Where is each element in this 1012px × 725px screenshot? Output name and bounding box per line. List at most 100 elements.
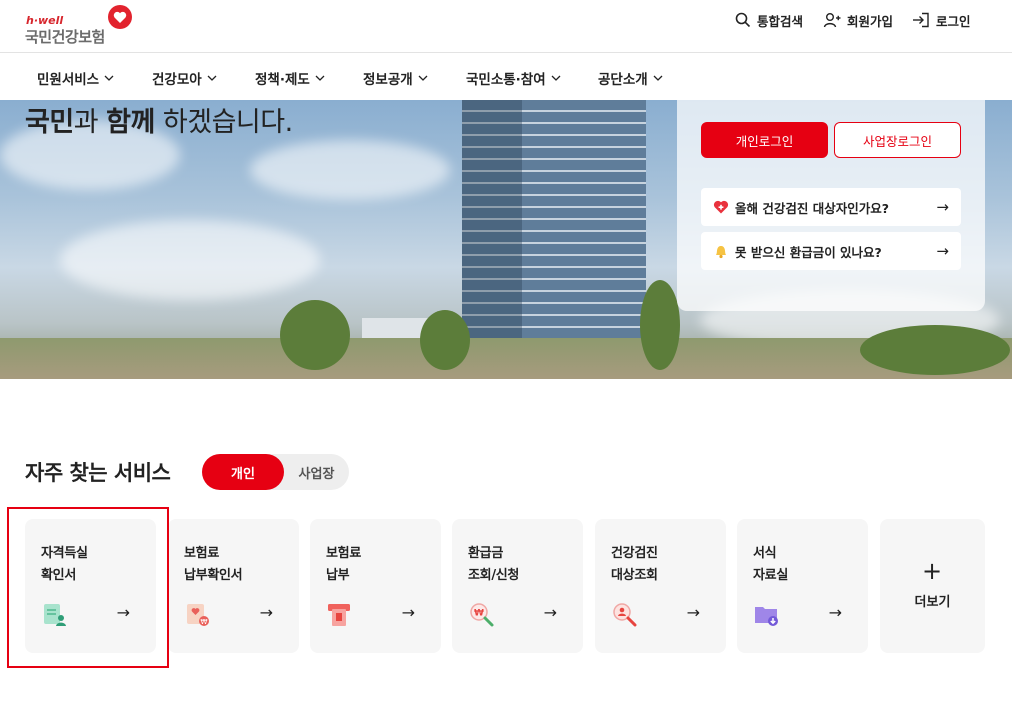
card-title: 건강검진대상조회 (611, 543, 658, 587)
arrow-right-icon: → (401, 603, 415, 622)
integrated-search-link[interactable]: 통합검색 (735, 10, 803, 30)
card-title-line1: 건강검진 (611, 546, 658, 561)
card-title-line1: 보험료 (326, 546, 361, 561)
more-services-button[interactable]: + 더보기 (880, 519, 985, 653)
chevron-down-icon (315, 75, 325, 81)
document-person-icon (44, 604, 66, 626)
health-checkup-target-link[interactable]: 올해 건강검진 대상자인가요? → (701, 188, 961, 226)
unclaimed-refund-link[interactable]: 못 받으신 환급금이 있나요? → (701, 232, 961, 270)
card-title-line2: 납부확인서 (184, 568, 243, 583)
logo-title: 국민건강보험 (25, 28, 105, 46)
service-card-eligibility-certificate[interactable]: 자격득실확인서 → (25, 519, 156, 653)
arrow-right-icon: → (259, 603, 273, 622)
toggle-business[interactable]: 사업장 (284, 454, 349, 490)
chevron-down-icon (551, 75, 561, 81)
atm-icon (328, 604, 350, 626)
main-nav: 민원서비스 건강모아 정책·제도 정보공개 국민소통·참여 공단소개 (0, 54, 1012, 100)
login-icon (913, 12, 929, 28)
site-header: h·well 국민건강보험 통합검색 회원가입 로그인 (0, 0, 1012, 53)
plus-icon: + (922, 557, 943, 585)
arrow-right-icon: → (686, 603, 700, 622)
tree (860, 325, 1010, 375)
search-won-icon: ₩ (470, 603, 494, 627)
nav-label: 공단소개 (598, 72, 648, 88)
card-title: 자격득실확인서 (41, 543, 88, 587)
arrow-right-icon: → (936, 198, 949, 216)
nav-label: 민원서비스 (37, 72, 100, 88)
personal-login-button[interactable]: 개인로그인 (701, 122, 828, 158)
service-card-premium-payment-certificate[interactable]: 보험료납부확인서 ₩ → (168, 519, 299, 653)
hero-slogan-part1: 과 (73, 107, 107, 138)
arrow-right-icon: → (828, 603, 842, 622)
tree (640, 280, 680, 370)
card-title-line1: 자격득실 (41, 546, 88, 561)
card-title-line1: 서식 (753, 546, 777, 561)
card-title-line2: 확인서 (41, 568, 76, 583)
card-title-line2: 자료실 (753, 568, 788, 583)
hero-slogan: 국민과 함께 하겠습니다. (25, 100, 293, 139)
hero-slogan-part2: 하겠습니다. (154, 107, 293, 138)
nav-item-disclosure[interactable]: 정보공개 (363, 68, 428, 88)
business-login-button[interactable]: 사업장로그인 (834, 122, 961, 158)
login-link[interactable]: 로그인 (912, 10, 971, 30)
more-label: 더보기 (914, 595, 951, 610)
nav-item-communication[interactable]: 국민소통·참여 (466, 68, 561, 88)
tree (280, 300, 350, 370)
tree (420, 310, 470, 370)
ground (0, 338, 1012, 379)
nav-label: 정책·제도 (255, 72, 310, 88)
nav-label: 정보공개 (363, 72, 413, 88)
card-title: 보험료납부 (326, 543, 361, 587)
login-label: 로그인 (936, 13, 971, 29)
heart-logo-icon (108, 5, 132, 29)
arrow-right-icon: → (116, 603, 130, 622)
chevron-down-icon (653, 75, 663, 81)
integrated-search-label: 통합검색 (757, 13, 804, 29)
chevron-down-icon (104, 75, 114, 81)
service-type-toggle: 개인 사업장 (202, 454, 349, 490)
cloud (60, 220, 320, 300)
nav-label: 국민소통·참여 (466, 72, 546, 88)
card-title-line2: 조회/신청 (468, 568, 520, 583)
nav-item-policy[interactable]: 정책·제도 (255, 68, 325, 88)
quick-link-label: 올해 건강검진 대상자인가요? (735, 200, 889, 216)
search-icon (735, 12, 751, 28)
service-card-refund-inquiry[interactable]: 환급금조회/신청 ₩ → (452, 519, 583, 653)
chevron-down-icon (207, 75, 217, 81)
login-panel: 개인로그인 사업장로그인 올해 건강검진 대상자인가요? → 못 받으신 환급금… (677, 100, 985, 311)
svg-text:₩: ₩ (201, 618, 208, 626)
signup-link[interactable]: 회원가입 (823, 10, 893, 30)
frequent-services-title: 자주 찾는 서비스 (25, 461, 171, 485)
card-title-line1: 보험료 (184, 546, 219, 561)
quick-link-label: 못 받으신 환급금이 있나요? (735, 244, 882, 260)
card-title: 환급금조회/신청 (468, 543, 519, 587)
nav-item-health-moa[interactable]: 건강모아 (152, 68, 217, 88)
chevron-down-icon (418, 75, 428, 81)
hero-slogan-bold2: 함께 (106, 107, 155, 138)
document-heart-icon: ₩ (187, 604, 209, 626)
nav-label: 건강모아 (152, 72, 202, 88)
search-person-icon (613, 603, 637, 627)
card-title: 서식자료실 (753, 543, 788, 587)
folder-download-icon (755, 607, 778, 626)
cloud (250, 140, 450, 200)
signup-label: 회원가입 (847, 13, 894, 29)
svg-text:₩: ₩ (474, 609, 484, 619)
logo[interactable]: h·well 국민건강보험 (25, 4, 135, 46)
service-card-premium-payment[interactable]: 보험료납부 → (310, 519, 441, 653)
service-card-forms-library[interactable]: 서식자료실 → (737, 519, 868, 653)
nav-item-about[interactable]: 공단소개 (598, 68, 663, 88)
card-title-line2: 납부 (326, 568, 350, 583)
nav-item-civil-service[interactable]: 민원서비스 (37, 68, 114, 88)
card-title: 보험료납부확인서 (184, 543, 243, 587)
arrow-right-icon: → (543, 603, 557, 622)
hero-slogan-bold1: 국민 (25, 107, 74, 138)
service-card-checkup-target-inquiry[interactable]: 건강검진대상조회 → (595, 519, 726, 653)
heart-plus-icon (713, 200, 729, 214)
card-title-line2: 대상조회 (611, 568, 658, 583)
toggle-personal[interactable]: 개인 (202, 454, 284, 490)
card-title-line1: 환급금 (468, 546, 503, 561)
user-plus-icon (823, 13, 841, 28)
arrow-right-icon: → (936, 242, 949, 260)
bell-icon (716, 246, 726, 259)
